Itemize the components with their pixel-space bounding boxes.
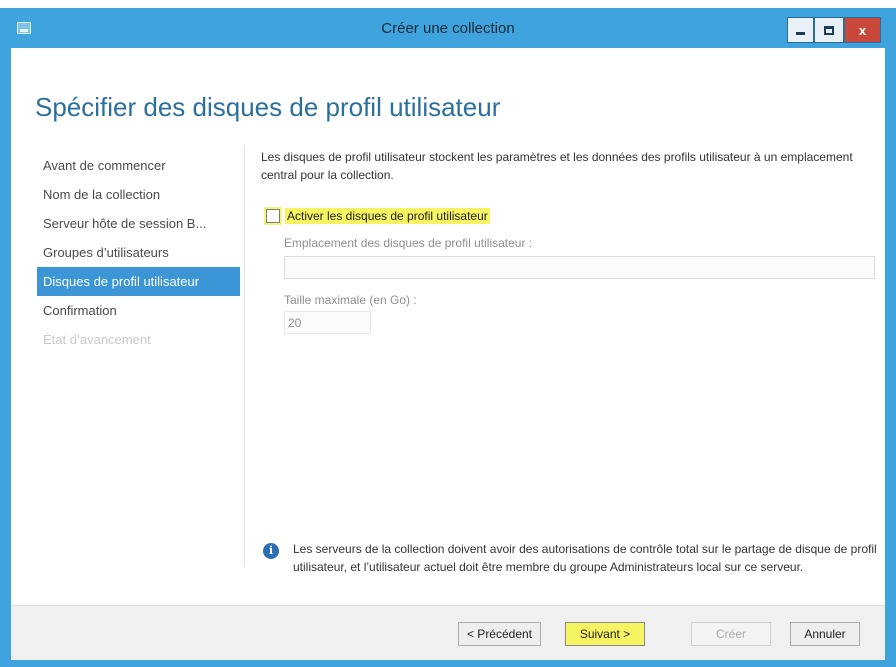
content-panel: Les disques de profil utilisateur stocke… [261, 148, 875, 334]
description-text: Les disques de profil utilisateur stocke… [261, 150, 853, 182]
nav-item-disques-profil[interactable]: Disques de profil utilisateur [37, 267, 240, 296]
location-input[interactable] [284, 256, 875, 279]
close-button[interactable]: x [844, 17, 881, 43]
window-title: Créer une collection [381, 20, 515, 37]
info-icon: i [263, 543, 279, 559]
nav-divider [244, 146, 245, 566]
nav-item-avant-de-commencer[interactable]: Avant de commencer [37, 151, 240, 180]
title-bar[interactable]: Créer une collection x [0, 8, 896, 48]
wizard-window: Créer une collection x Spécifier des dis… [0, 8, 896, 667]
previous-button[interactable]: < Précédent [458, 622, 541, 646]
minimize-icon [796, 32, 805, 35]
wizard-client-area: Spécifier des disques de profil utilisat… [11, 48, 885, 660]
nav-item-etat-avancement: État d’avancement [43, 332, 151, 347]
maximize-button[interactable] [814, 17, 844, 43]
enable-upd-checkbox[interactable] [264, 207, 282, 225]
nav-item-confirmation[interactable]: Confirmation [37, 296, 240, 325]
nav-item-nom-collection[interactable]: Nom de la collection [37, 180, 240, 209]
minimize-button[interactable] [787, 17, 814, 43]
next-button[interactable]: Suivant > [565, 622, 645, 646]
wizard-nav: Avant de commencer Nom de la collection … [37, 151, 240, 354]
nav-item-serveur-hote[interactable]: Serveur hôte de session B... [37, 209, 240, 238]
info-note: i Les serveurs de la collection doivent … [263, 540, 878, 576]
cancel-button[interactable]: Annuler [790, 622, 860, 646]
page-title: Spécifier des disques de profil utilisat… [35, 92, 501, 122]
wizard-footer: < Précédent Suivant > Créer Annuler [11, 605, 885, 660]
info-text: Les serveurs de la collection doivent av… [293, 542, 877, 574]
maximize-icon [824, 25, 834, 35]
location-label: Emplacement des disques de profil utilis… [284, 236, 533, 250]
enable-upd-option[interactable]: Activer les disques de profil utilisateu… [264, 207, 490, 225]
close-icon: x [858, 22, 867, 38]
max-size-input[interactable]: 20 [284, 311, 371, 334]
enable-upd-label[interactable]: Activer les disques de profil utilisateu… [285, 208, 490, 224]
nav-item-groupes-utilisateurs[interactable]: Groupes d’utilisateurs [37, 238, 240, 267]
max-size-label: Taille maximale (en Go) : [284, 293, 417, 307]
create-button: Créer [691, 622, 771, 646]
